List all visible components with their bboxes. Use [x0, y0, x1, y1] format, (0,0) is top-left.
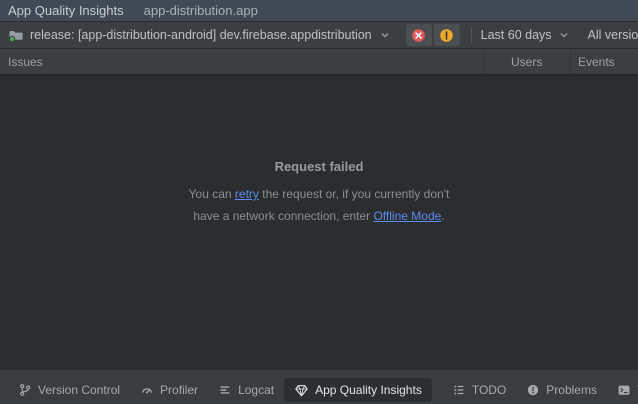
time-range-dropdown[interactable]: Last 60 days: [481, 24, 571, 46]
tool-window-tab-app-quality-insights[interactable]: App Quality Insights: [284, 378, 432, 402]
aqi-toolbar: release: [app-distribution-android] dev.…: [0, 22, 638, 49]
error-text: You can: [189, 187, 235, 201]
retry-link[interactable]: retry: [235, 187, 259, 201]
tool-window-tab-logcat[interactable]: Logcat: [208, 378, 284, 402]
tool-window-header: App Quality Insights app-distribution.ap…: [0, 0, 638, 22]
tab-app-distribution[interactable]: app-distribution.app: [144, 3, 258, 18]
log-lines-icon: [218, 383, 232, 397]
checklist-icon: [452, 383, 466, 397]
issues-table-header: Issues Users Events: [0, 49, 638, 75]
git-branch-icon: [18, 383, 32, 397]
chevron-down-icon: [557, 28, 571, 42]
column-header-issues: Issues: [0, 55, 483, 69]
tab-label: App Quality Insights: [315, 383, 422, 397]
offline-mode-link[interactable]: Offline Mode: [373, 209, 441, 223]
error-text: .: [441, 209, 444, 223]
page-title: App Quality Insights: [8, 3, 124, 18]
fatal-filter-toggle[interactable]: [406, 24, 432, 46]
issues-list-area: Request failed You can retry the request…: [0, 75, 638, 369]
release-selector[interactable]: release: [app-distribution-android] dev.…: [6, 24, 394, 46]
tool-window-tab-profiler[interactable]: Profiler: [130, 378, 208, 402]
tab-label: Logcat: [238, 383, 274, 397]
severity-filter-toggles: [406, 24, 460, 46]
module-folder-icon: [8, 27, 24, 43]
error-line-2: have a network connection, enter Offline…: [0, 205, 638, 227]
error-text: have a network connection, enter: [193, 209, 373, 223]
fatal-crash-icon: [411, 28, 426, 43]
error-circle-icon: [526, 383, 540, 397]
version-filter-dropdown[interactable]: All versions: [588, 24, 638, 46]
tab-label: TODO: [472, 383, 506, 397]
tab-label: Profiler: [160, 383, 198, 397]
error-line-1: You can retry the request or, if you cur…: [0, 183, 638, 205]
tool-window-tab-todo[interactable]: TODO: [442, 378, 516, 402]
gauge-icon: [140, 383, 154, 397]
tab-label: Problems: [546, 383, 597, 397]
gem-icon: [294, 383, 309, 398]
tool-window-bar: Version Control Profiler Logcat: [0, 369, 638, 404]
release-selector-label: release: [app-distribution-android] dev.…: [30, 28, 372, 42]
column-header-users: Users: [484, 55, 570, 69]
tool-window-tab-terminal[interactable]: Terminal: [607, 378, 638, 402]
time-range-label: Last 60 days: [481, 28, 552, 42]
app-quality-insights-panel: App Quality Insights app-distribution.ap…: [0, 0, 638, 404]
error-text: the request or, if you currently don't: [259, 187, 449, 201]
non-fatal-filter-toggle[interactable]: [434, 24, 460, 46]
non-fatal-warning-icon: [439, 28, 454, 43]
tool-window-tab-version-control[interactable]: Version Control: [8, 378, 130, 402]
error-title: Request failed: [0, 159, 638, 174]
version-filter-label: All versions: [588, 28, 638, 42]
chevron-down-icon: [378, 28, 392, 42]
column-header-events: Events: [571, 55, 638, 69]
tab-label: Version Control: [38, 383, 120, 397]
tool-window-tab-problems[interactable]: Problems: [516, 378, 607, 402]
request-failed-message: Request failed You can retry the request…: [0, 159, 638, 227]
terminal-icon: [617, 383, 631, 397]
toolbar-separator: [471, 27, 472, 43]
